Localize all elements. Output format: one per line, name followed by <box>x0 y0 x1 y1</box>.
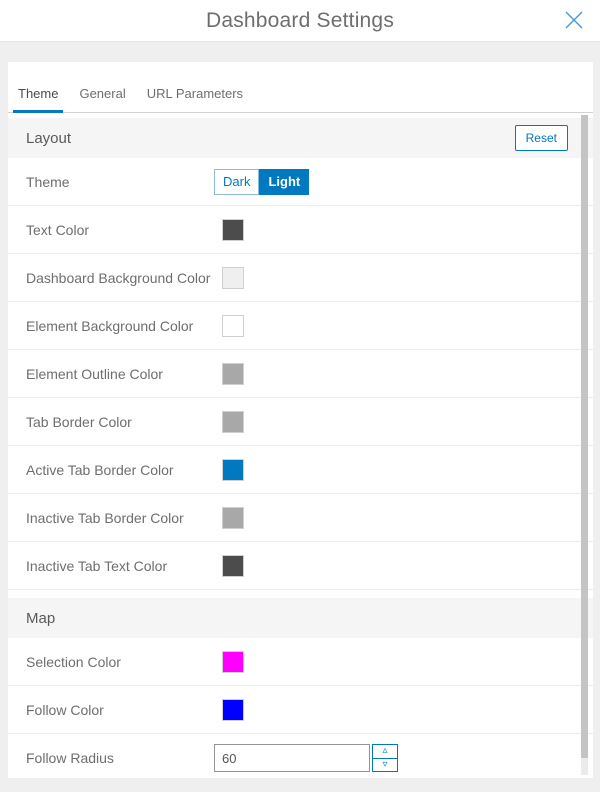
follow-color-swatch[interactable] <box>222 699 244 721</box>
reset-button[interactable]: Reset <box>515 125 568 151</box>
follow-radius-control: ▵ ▿ <box>214 744 398 772</box>
dialog-header: Dashboard Settings <box>0 0 600 42</box>
element-background-color-label: Element Background Color <box>26 318 214 334</box>
spinner-down-icon[interactable]: ▿ <box>373 759 397 772</box>
inactive-tab-border-color-label: Inactive Tab Border Color <box>26 510 214 526</box>
active-tab-border-color-label: Active Tab Border Color <box>26 462 214 478</box>
spinner-up-icon[interactable]: ▵ <box>373 745 397 759</box>
follow-radius-label: Follow Radius <box>26 750 214 766</box>
map-section-header: Map <box>8 598 593 638</box>
scrollbar-track[interactable] <box>581 115 588 775</box>
theme-row: Theme Dark Light <box>8 158 593 206</box>
theme-toggle: Dark Light <box>214 169 309 195</box>
tab-general[interactable]: General <box>74 86 130 113</box>
tab-border-color-swatch[interactable] <box>222 411 244 433</box>
theme-dark-button[interactable]: Dark <box>214 169 259 195</box>
follow-color-label: Follow Color <box>26 702 214 718</box>
tab-bar: Theme General URL Parameters <box>8 62 593 113</box>
theme-label: Theme <box>26 174 214 190</box>
close-icon[interactable] <box>563 9 585 31</box>
active-tab-border-color-row: Active Tab Border Color <box>8 446 593 494</box>
inactive-tab-text-color-label: Inactive Tab Text Color <box>26 558 214 574</box>
inactive-tab-border-color-swatch[interactable] <box>222 507 244 529</box>
element-background-color-swatch[interactable] <box>222 315 244 337</box>
tab-border-color-row: Tab Border Color <box>8 398 593 446</box>
dashboard-background-color-swatch[interactable] <box>222 267 244 289</box>
tab-url-parameters[interactable]: URL Parameters <box>142 86 248 113</box>
dashboard-background-color-row: Dashboard Background Color <box>8 254 593 302</box>
dashboard-background-color-label: Dashboard Background Color <box>26 270 214 286</box>
element-outline-color-swatch[interactable] <box>222 363 244 385</box>
inactive-tab-text-color-swatch[interactable] <box>222 555 244 577</box>
text-color-label: Text Color <box>26 222 214 238</box>
active-tab-border-color-swatch[interactable] <box>222 459 244 481</box>
selection-color-row: Selection Color <box>8 638 593 686</box>
settings-panel: Theme General URL Parameters Layout Rese… <box>8 62 593 778</box>
dialog-body: Theme General URL Parameters Layout Rese… <box>0 42 600 792</box>
inactive-tab-border-color-row: Inactive Tab Border Color <box>8 494 593 542</box>
inactive-tab-text-color-row: Inactive Tab Text Color <box>8 542 593 590</box>
theme-light-button[interactable]: Light <box>259 169 309 195</box>
text-color-swatch[interactable] <box>222 219 244 241</box>
follow-radius-row: Follow Radius ▵ ▿ <box>8 734 593 778</box>
element-outline-color-label: Element Outline Color <box>26 366 214 382</box>
follow-radius-spinner: ▵ ▿ <box>372 744 398 772</box>
selection-color-swatch[interactable] <box>222 651 244 673</box>
element-outline-color-row: Element Outline Color <box>8 350 593 398</box>
section-spacer <box>8 590 593 598</box>
layout-section-title: Layout <box>26 130 515 147</box>
selection-color-label: Selection Color <box>26 654 214 670</box>
element-background-color-row: Element Background Color <box>8 302 593 350</box>
follow-radius-input[interactable] <box>214 744 370 772</box>
scrollbar-thumb[interactable] <box>581 115 588 758</box>
dashboard-settings-dialog: Dashboard Settings Theme General URL Par… <box>0 0 600 792</box>
layout-section-header: Layout Reset <box>8 118 593 158</box>
follow-color-row: Follow Color <box>8 686 593 734</box>
tab-theme[interactable]: Theme <box>13 86 63 113</box>
page-title: Dashboard Settings <box>206 9 394 33</box>
text-color-row: Text Color <box>8 206 593 254</box>
tab-content: Layout Reset Theme Dark Light Text Color… <box>8 113 593 778</box>
tab-border-color-label: Tab Border Color <box>26 414 214 430</box>
map-section-title: Map <box>26 610 568 627</box>
